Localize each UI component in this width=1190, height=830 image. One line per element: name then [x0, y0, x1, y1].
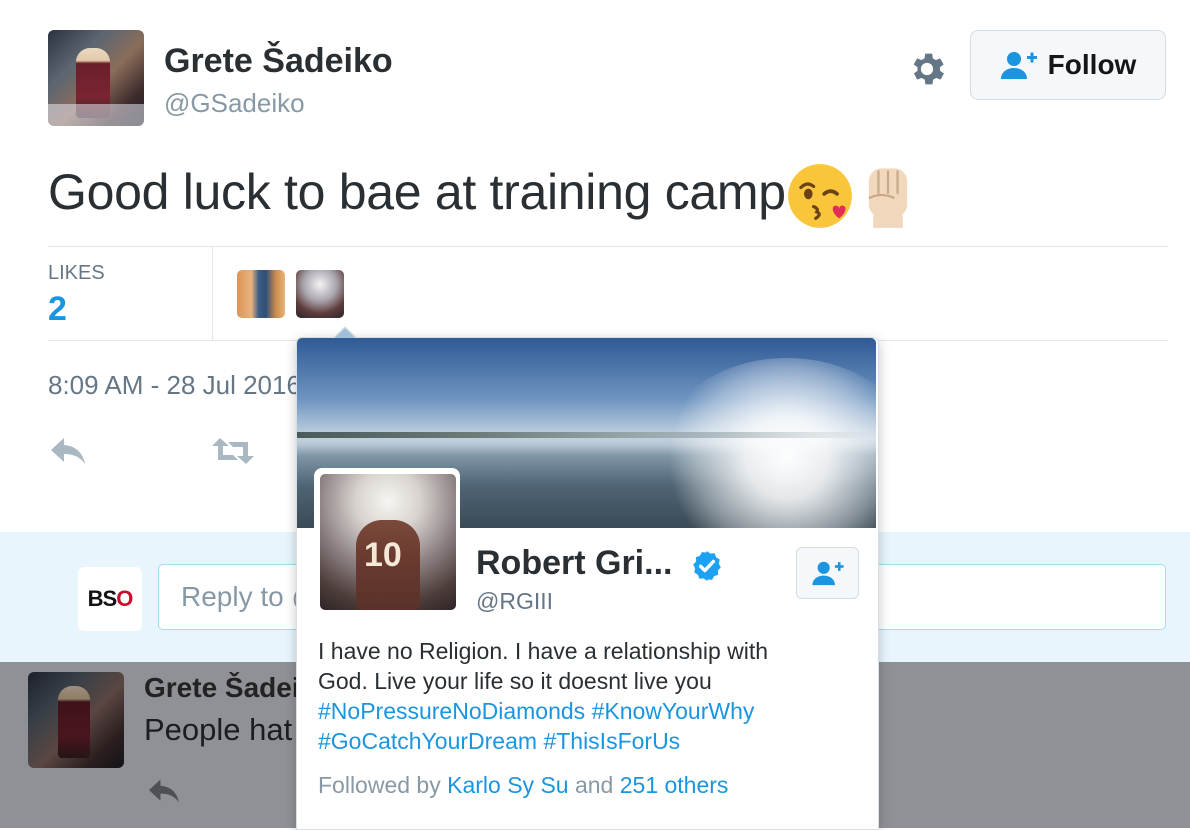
hashtag-link[interactable]: #GoCatchYourDream: [318, 728, 537, 754]
likes-label: LIKES: [48, 262, 105, 284]
bio-line: I have no Religion. I have a relationshi…: [318, 638, 769, 664]
bio-line: God. Live your life so it doesnt live yo…: [318, 668, 712, 694]
likes-count[interactable]: 2: [48, 290, 67, 329]
followed-by: Followed by Karlo Sy Su and 251 others: [318, 772, 729, 798]
divider: [212, 247, 213, 340]
add-user-icon: [1000, 52, 1037, 79]
liker-avatar[interactable]: [237, 270, 285, 318]
tweet-body: Good luck to bae at training camp: [48, 164, 786, 221]
current-user-avatar[interactable]: BS O: [78, 567, 142, 631]
hashtag-link[interactable]: #ThisIsForUs: [543, 728, 680, 754]
jersey-number: 10: [364, 536, 402, 574]
reply-author-avatar[interactable]: [28, 672, 124, 768]
raised-fist-emoji: [868, 168, 907, 228]
divider: [48, 246, 1168, 247]
verified-badge-icon: [693, 551, 721, 581]
author-avatar[interactable]: [48, 30, 144, 126]
kissing-face-with-heart-emoji: [787, 164, 852, 228]
tweet-text: Good luck to bae at training camp: [48, 162, 922, 230]
reply-text: People hat: [144, 712, 293, 747]
follow-label: Follow: [1047, 49, 1137, 80]
followed-by-others-link[interactable]: 251 others: [620, 772, 729, 798]
liker-avatar[interactable]: [296, 270, 344, 318]
reply-icon[interactable]: [146, 776, 182, 806]
card-handle[interactable]: @RGIII: [476, 588, 553, 615]
card-bio: I have no Religion. I have a relationshi…: [318, 636, 858, 756]
card-name[interactable]: Robert Gri...: [476, 544, 672, 583]
card-follow-button[interactable]: [796, 547, 859, 599]
follow-button[interactable]: Follow: [970, 30, 1166, 100]
author-name[interactable]: Grete Šadeiko: [164, 42, 393, 81]
hashtag-link[interactable]: #NoPressureNoDiamonds: [318, 698, 585, 724]
followed-by-user-link[interactable]: Karlo Sy Su: [447, 772, 568, 798]
hashtag-link[interactable]: #KnowYourWhy: [592, 698, 755, 724]
add-user-icon: [811, 561, 844, 586]
card-avatar[interactable]: 10: [320, 474, 456, 610]
tweet-timestamp[interactable]: 8:09 AM - 28 Jul 2016: [48, 370, 301, 401]
reply-icon[interactable]: [48, 434, 88, 468]
retweet-icon[interactable]: [210, 434, 256, 468]
author-handle[interactable]: @GSadeiko: [164, 88, 305, 119]
gear-icon[interactable]: [906, 48, 948, 90]
